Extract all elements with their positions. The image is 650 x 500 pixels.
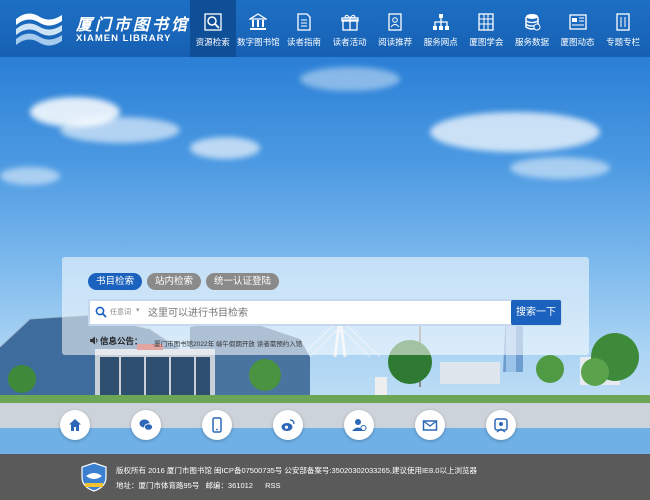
chevron-down-icon[interactable]: ▾ [136,306,140,314]
home-icon [69,419,81,431]
notice-item[interactable]: ·厦门市图书馆2022年 端午假期开放 读者需预约入馆 [152,338,302,348]
nav-label: 读者活动 [332,37,367,47]
nav-item-service-points[interactable]: 服务网点 [418,0,464,57]
wechat-button[interactable] [131,410,161,440]
news-icon [568,14,587,30]
search-tabs: 书目检索 站内检索 统一认证登陆 [88,273,280,290]
home-button[interactable] [60,410,90,440]
nav-item-library-society[interactable]: 厦图学会 [464,0,510,57]
search-icon [95,306,107,318]
user-icon [352,419,367,431]
badge-button[interactable] [486,410,516,440]
quick-links [0,410,650,444]
tab-catalog-search[interactable]: 书目检索 [88,273,143,290]
badge-icon [494,418,508,433]
tab-site-search[interactable]: 站内检索 [147,273,202,290]
logo-chinese-name: 厦门市图书馆 [76,15,191,34]
search-input[interactable] [148,304,508,322]
mobile-button[interactable] [202,410,232,440]
document-icon [297,13,311,31]
police-badge-icon[interactable] [80,462,108,492]
logo-wave-icon [16,13,62,46]
wechat-icon [139,419,153,431]
nav-label: 服务数据 [514,37,549,47]
nav-item-resource-search[interactable]: 资源检索 [190,0,236,57]
nav-label: 服务网点 [423,37,458,47]
nav-item-reading-recommend[interactable]: 阅读推荐 [372,0,418,57]
nav-label: 厦图动态 [560,37,595,47]
hero-banner: 书目检索 站内检索 统一认证登陆 任意词 ▾ 搜索一下 信息公告： ·厦门市图书… [0,57,650,428]
library-icon [249,13,268,30]
main-nav: 资源检索 数字图书馆 读者指南 读者活动 阅读推荐 服务网点 厦图学会 服务数据… [190,0,646,57]
weibo-icon [281,419,295,431]
grid-icon [478,13,495,31]
nav-item-reader-guide[interactable]: 读者指南 [281,0,327,57]
footer-address-line: 地址：厦门市体育路95号 邮编：361012 RSS [116,480,284,491]
nav-label: 专题专栏 [606,37,641,47]
mobile-icon [212,417,222,433]
nav-label: 阅读推荐 [378,37,413,47]
footer-address: 地址：厦门市体育路95号 [116,481,200,490]
nav-item-reader-activities[interactable]: 读者活动 [327,0,373,57]
mail-icon [422,420,438,431]
database-icon [525,14,541,31]
nav-item-library-news[interactable]: 厦图动态 [555,0,601,57]
nav-item-service-data[interactable]: 服务数据 [509,0,555,57]
nav-item-special-column[interactable]: 专题专栏 [600,0,646,57]
tab-unified-login[interactable]: 统一认证登陆 [206,273,280,290]
search-button[interactable]: 搜索一下 [511,300,561,325]
column-icon [616,13,630,31]
search-box: 任意词 ▾ [88,299,562,326]
network-icon [432,14,449,30]
reader-icon [388,13,402,31]
header: 厦门市图书馆 XIAMEN LIBRARY 资源检索 数字图书馆 读者指南 读者… [0,0,650,57]
speaker-icon [90,336,98,345]
rss-link[interactable]: RSS [265,481,280,490]
search-scope-select[interactable]: 任意词 [110,307,131,317]
mail-button[interactable] [415,410,445,440]
logo-english-name: XIAMEN LIBRARY [76,33,172,44]
nav-label: 资源检索 [195,37,230,47]
footer-copyright: 版权所有 2016 厦门市图书馆 闽ICP备07500735号 公安部备案号:3… [116,466,477,475]
nav-label: 数字图书馆 [237,37,280,47]
library-logo[interactable]: 厦门市图书馆 XIAMEN LIBRARY [14,9,187,49]
footer: 版权所有 2016 厦门市图书馆 闽ICP备07500735号 公安部备案号:3… [0,454,650,500]
gift-icon [340,14,359,31]
nav-item-digital-library[interactable]: 数字图书馆 [236,0,282,57]
library-building-illustration [0,301,650,428]
nav-label: 厦图学会 [469,37,504,47]
footer-postcode: 邮编：361012 [205,481,253,490]
search-panel: 书目检索 站内检索 统一认证登陆 任意词 ▾ 搜索一下 信息公告： ·厦门市图书… [62,257,589,355]
nav-label: 读者指南 [286,37,321,47]
search-icon [204,13,222,31]
user-center-button[interactable] [344,410,374,440]
notice-label: 信息公告： [100,336,143,346]
weibo-button[interactable] [273,410,303,440]
